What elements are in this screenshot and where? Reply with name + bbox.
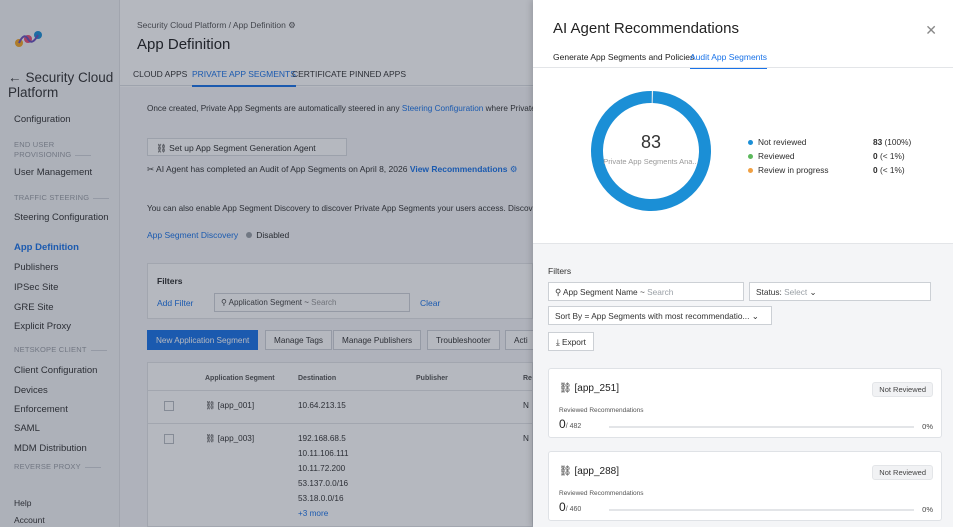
card-name: [app_251]	[574, 383, 619, 394]
status-badge: Not Reviewed	[872, 382, 933, 397]
card-count: 0/ 482	[559, 417, 581, 431]
progress-percent: 0%	[922, 422, 933, 431]
count-value: 0	[559, 500, 566, 514]
progress-bar	[609, 509, 914, 511]
close-icon[interactable]: ✕	[925, 22, 937, 39]
recommendations-panel: AI Agent Recommendations ✕ Generate App …	[533, 0, 953, 527]
legend-label: Reviewed	[758, 151, 795, 161]
segment-icon: ⛓	[559, 466, 572, 477]
panel-title: AI Agent Recommendations	[553, 20, 739, 37]
segment-card[interactable]: ⛓ [app_251] Not Reviewed Reviewed Recomm…	[548, 368, 942, 438]
legend-count: 83	[873, 137, 883, 147]
count-total: / 460	[565, 506, 582, 513]
status-filter-value: Select	[784, 287, 808, 297]
chevron-down-icon: ⌄	[809, 287, 817, 297]
status-filter-label: Status:	[756, 287, 782, 297]
legend-label: Review in progress	[758, 165, 829, 175]
legend-value: 0 (< 1%)	[873, 151, 905, 161]
card-count: 0/ 460	[559, 500, 581, 514]
count-total: / 482	[565, 423, 582, 430]
legend-row: Review in progress 0 (< 1%)	[748, 165, 938, 177]
download-icon: ⤓	[556, 337, 560, 347]
legend-count: 0	[873, 165, 878, 175]
sort-value: App Segments with most recommendatio...	[591, 311, 750, 321]
segment-icon: ⛓	[559, 383, 572, 394]
card-subtitle: Reviewed Recommendations	[559, 407, 644, 414]
legend-pct: (< 1%)	[879, 165, 905, 175]
legend-value: 0 (< 1%)	[873, 165, 905, 175]
status-filter[interactable]: Status: Select ⌄	[749, 282, 931, 301]
modal-overlay[interactable]	[0, 0, 533, 527]
legend-dot-icon	[748, 140, 753, 145]
status-badge: Not Reviewed	[872, 465, 933, 480]
name-filter-placeholder: Search	[647, 287, 674, 297]
card-title: ⛓ [app_288]	[559, 466, 619, 477]
tabs-divider	[533, 67, 953, 68]
panel-filters-label: Filters	[548, 266, 572, 276]
legend-pct: (< 1%)	[879, 151, 905, 161]
progress-bar	[609, 426, 914, 428]
legend-dot-icon	[748, 168, 753, 173]
tab-generate[interactable]: Generate App Segments and Policies	[553, 52, 694, 62]
sort-select[interactable]: Sort By = App Segments with most recomme…	[548, 306, 772, 325]
count-value: 0	[559, 417, 566, 431]
card-name: [app_288]	[574, 466, 619, 477]
donut-value: 83	[640, 132, 662, 152]
donut-caption: Private App Segments Ana...	[603, 157, 699, 166]
segment-card[interactable]: ⛓ [app_288] Not Reviewed Reviewed Recomm…	[548, 451, 942, 521]
segment-name-filter[interactable]: ⚲ App Segment Name ~ Search	[548, 282, 744, 301]
sort-label: Sort By =	[555, 311, 590, 321]
legend-row: Not reviewed 83 (100%)	[748, 137, 938, 149]
legend-label: Not reviewed	[758, 137, 807, 147]
legend-value: 83 (100%)	[873, 137, 911, 147]
name-filter-label: App Segment Name ~	[562, 287, 645, 297]
progress-percent: 0%	[922, 505, 933, 514]
export-label: Export	[561, 337, 586, 347]
chevron-down-icon: ⌄	[751, 311, 759, 321]
legend-row: Reviewed 0 (< 1%)	[748, 151, 938, 163]
card-subtitle: Reviewed Recommendations	[559, 490, 644, 497]
legend-count: 0	[873, 151, 878, 161]
search-icon: ⚲	[555, 287, 562, 297]
export-button[interactable]: ⤓ Export	[548, 332, 594, 351]
legend-pct: (100%)	[884, 137, 912, 147]
legend-dot-icon	[748, 154, 753, 159]
audit-list-area: Filters ⚲ App Segment Name ~ Search Stat…	[533, 243, 953, 527]
card-title: ⛓ [app_251]	[559, 383, 619, 394]
